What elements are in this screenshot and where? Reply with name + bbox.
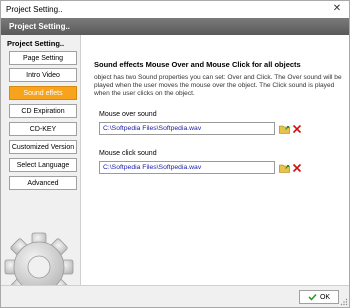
sidebar-item-intro-video[interactable]: Intro Video bbox=[9, 68, 77, 82]
mouse-over-label: Mouse over sound bbox=[99, 111, 157, 118]
ok-button-label: OK bbox=[319, 293, 331, 301]
resize-grip-icon[interactable] bbox=[340, 298, 348, 306]
sidebar-item-advanced[interactable]: Advanced bbox=[9, 176, 77, 190]
checkmark-icon bbox=[308, 293, 317, 301]
section-description: object has two Sound properties you can … bbox=[94, 74, 342, 98]
close-icon[interactable]: ✕ bbox=[325, 1, 349, 16]
header-title: Project Setting.. bbox=[9, 22, 70, 31]
mouse-click-label: Mouse click sound bbox=[99, 150, 157, 157]
sidebar-item-cd-expiration[interactable]: CD Expiration bbox=[9, 104, 77, 118]
header-strip: Project Setting.. bbox=[1, 18, 349, 35]
ok-button[interactable]: OK bbox=[299, 290, 339, 304]
title-bar[interactable]: Project Setting.. ✕ bbox=[1, 1, 349, 18]
sidebar-item-cd-key[interactable]: CD-KEY bbox=[9, 122, 77, 136]
mouse-over-sound-field[interactable]: C:\Softpedia Files\Softpedia.wav bbox=[99, 122, 275, 135]
sidebar-item-sound-effects[interactable]: Sound effets bbox=[9, 86, 77, 100]
sidebar: Project Setting.. Page Setting Intro Vid… bbox=[1, 35, 81, 302]
sidebar-item-customized-version[interactable]: Customized Version bbox=[9, 140, 77, 154]
project-setting-window: Project Setting.. ✕ Project Setting.. Pr… bbox=[0, 0, 350, 308]
section-title: Sound effects Mouse Over and Mouse Click… bbox=[94, 60, 301, 69]
sidebar-item-page-setting[interactable]: Page Setting bbox=[9, 51, 77, 65]
mouse-over-browse-icon[interactable] bbox=[278, 123, 290, 135]
sidebar-item-select-language[interactable]: Select Language bbox=[9, 158, 77, 172]
window-title: Project Setting.. bbox=[6, 5, 63, 14]
mouse-click-sound-field[interactable]: C:\Softpedia Files\Softpedia.wav bbox=[99, 161, 275, 174]
mouse-click-browse-icon[interactable] bbox=[278, 162, 290, 174]
mouse-click-delete-icon[interactable] bbox=[291, 162, 303, 174]
main-panel: Sound effects Mouse Over and Mouse Click… bbox=[82, 35, 349, 285]
mouse-over-delete-icon[interactable] bbox=[291, 123, 303, 135]
sidebar-title: Project Setting.. bbox=[7, 39, 65, 48]
footer-bar: OK bbox=[1, 285, 349, 307]
